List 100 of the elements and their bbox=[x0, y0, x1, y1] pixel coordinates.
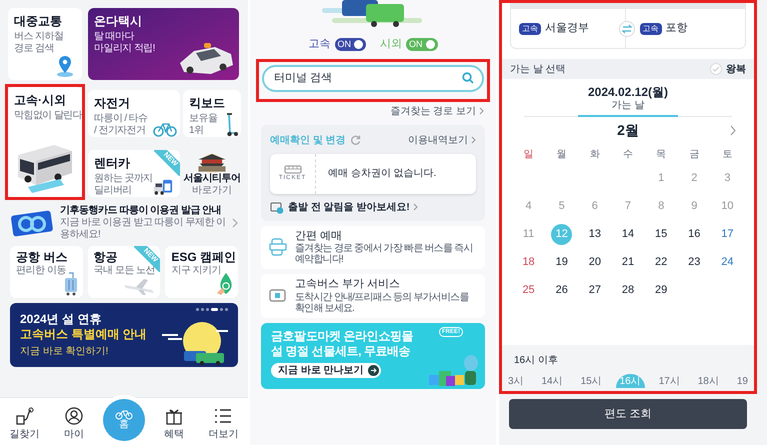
promo-subtitle: 지금 바로 이용권 받고 따릉이 무제한 이용하세요! bbox=[60, 217, 226, 241]
calendar-day[interactable]: 26 bbox=[551, 280, 572, 301]
menu-tile[interactable]: 고속·시외 막힘없이 달린다 bbox=[8, 87, 82, 197]
calendar-day[interactable]: 22 bbox=[650, 252, 672, 273]
terminal-name[interactable]: 서울경부 bbox=[545, 20, 589, 37]
nav-tab[interactable]: 더보기 bbox=[203, 406, 244, 442]
calendar-day: 4 bbox=[518, 196, 540, 217]
round-trip-checkbox[interactable]: 왕복 bbox=[710, 62, 746, 76]
alert-link[interactable]: 출발 전 알림을 받아보세요! bbox=[288, 200, 418, 214]
history-link[interactable]: 이용내역보기 bbox=[408, 132, 476, 148]
weekday-label: 토 bbox=[721, 148, 734, 162]
tile-title: 공항 버스 bbox=[16, 250, 68, 265]
weekday-label: 일 bbox=[522, 148, 535, 162]
calendar-day[interactable]: 16 bbox=[684, 224, 705, 245]
refresh-icon bbox=[350, 134, 361, 146]
menu-tile[interactable]: 온다택시 탈 때마다 마일리지 적립! bbox=[88, 8, 239, 80]
calendar-day[interactable]: 27 bbox=[584, 280, 606, 301]
bicycle-icon bbox=[114, 410, 133, 420]
calendar-day: 2 bbox=[684, 168, 705, 189]
terminal-badge: 고속 bbox=[519, 22, 541, 34]
selected-date: 2024.02.12(월) bbox=[588, 85, 668, 100]
swap-icon[interactable] bbox=[619, 21, 635, 37]
menu-tile[interactable]: ESG 캠페인 지구 지키기 bbox=[165, 246, 238, 298]
toggle-label: 시외 bbox=[380, 37, 402, 52]
service-title: 고속버스 부가 서비스 bbox=[295, 278, 402, 292]
banner-title: 고속버스 특별예매 안내 bbox=[20, 327, 147, 342]
hour-chip[interactable]: 19 bbox=[732, 374, 752, 388]
weekday-label: 금 bbox=[688, 148, 700, 162]
moon-bus-drawing bbox=[160, 319, 230, 365]
calendar-day[interactable]: 23 bbox=[684, 252, 705, 273]
calendar-day: 11 bbox=[518, 224, 540, 245]
hour-chip[interactable]: 14시 bbox=[538, 374, 567, 388]
menu-tile[interactable]: 공항 버스 편리한 이동 bbox=[10, 246, 83, 298]
calendar-day[interactable]: 19 bbox=[551, 252, 572, 273]
menu-icon bbox=[213, 406, 234, 426]
banner-link: 지금 바로 확인하기! bbox=[20, 346, 108, 358]
calendar-day[interactable]: 28 bbox=[617, 280, 638, 301]
chevron-right-icon bbox=[232, 218, 238, 228]
calendar-day[interactable]: 21 bbox=[617, 252, 638, 273]
map-pin-icon bbox=[56, 55, 74, 77]
event-banner[interactable]: 2024년 설 연휴 고속버스 특별예매 안내 지금 바로 확인하기! bbox=[10, 303, 238, 367]
calendar-day[interactable]: 14 bbox=[617, 224, 638, 245]
hour-chip[interactable]: 3시 bbox=[504, 374, 528, 388]
calendar-day[interactable]: 15 bbox=[650, 224, 672, 245]
search-button[interactable]: 편도 조회 bbox=[509, 399, 747, 429]
calendar-day[interactable]: 13 bbox=[584, 224, 606, 245]
chevron-right-icon bbox=[479, 107, 484, 115]
chevron-right-icon[interactable] bbox=[730, 124, 736, 136]
calendar-day[interactable]: 17 bbox=[716, 224, 738, 245]
phone-ticket-icon bbox=[269, 238, 287, 256]
menu-tile[interactable]: 킥보드 보유율 1위 bbox=[183, 90, 241, 137]
tile-title: 항공 bbox=[94, 250, 118, 265]
tile-subtitle: 막힘없이 달린다 bbox=[14, 110, 82, 122]
service-description: 즐겨찾는 경로 중에서 가장 빠른 버스를 즉시 예약합니다! bbox=[295, 243, 474, 266]
nav-tab[interactable]: 혜택 bbox=[154, 406, 194, 442]
terminal-name[interactable]: 포항 bbox=[666, 20, 688, 37]
calendar-day: 6 bbox=[584, 196, 606, 217]
tile-subtitle: 버스 지하철 경로 검색 bbox=[14, 31, 64, 55]
service-card[interactable]: 고속버스 부가 서비스 도착시간 안내/프리패스 등의 부가서비스를 확인해 보세요. bbox=[261, 274, 485, 318]
view-now-button[interactable]: 지금 바로 만나보기 bbox=[271, 363, 381, 378]
nav-tab[interactable]: 마이 bbox=[54, 406, 94, 442]
calendar-day[interactable]: 18 bbox=[518, 252, 540, 273]
toggle-switch[interactable]: ON bbox=[334, 38, 366, 51]
banner-title: 금호팔도마켓 온라인쇼핑몰 bbox=[271, 329, 414, 344]
toggle-label: 고속 bbox=[308, 37, 330, 52]
calendar-day[interactable]: 20 bbox=[584, 252, 606, 273]
calendar-day: 10 bbox=[716, 196, 738, 217]
card-icon bbox=[10, 209, 54, 237]
hour-chip[interactable]: 17시 bbox=[654, 374, 684, 388]
section-label: 가는 날 선택 bbox=[510, 62, 566, 76]
tile-subtitle: 편리한 이동 bbox=[16, 265, 66, 278]
nav-tab[interactable]: 길찾기 bbox=[4, 406, 45, 442]
menu-tile[interactable]: 자전거 따릉이 / 타슈 / 전기자전거 bbox=[88, 90, 180, 137]
tile-title[interactable]: 서울시티투어 bbox=[184, 173, 240, 185]
favorites-link[interactable]: 즐겨찾는 경로 보기 bbox=[390, 104, 484, 118]
hour-chip[interactable]: 15시 bbox=[576, 374, 606, 388]
month-title: 2월 bbox=[617, 121, 639, 140]
tile-title: 킥보드 bbox=[189, 96, 225, 111]
weekday-label: 목 bbox=[655, 148, 668, 162]
banner-title: 2024년 설 연휴 bbox=[20, 312, 102, 327]
service-card[interactable]: 간편 예매 즐겨찾는 경로 중에서 가장 빠른 버스를 즉시 예약합니다! bbox=[261, 226, 485, 270]
tile-title: 렌터카 bbox=[94, 156, 130, 171]
menu-tile[interactable]: 대중교통 버스 지하철 경로 검색 bbox=[8, 8, 82, 80]
chevron-right-icon bbox=[412, 203, 418, 211]
calendar-day[interactable]: 25 bbox=[518, 280, 540, 301]
calendar-day: 5 bbox=[551, 196, 572, 217]
calendar-day[interactable]: 29 bbox=[650, 280, 672, 301]
tile-subtitle: 바로가기 bbox=[192, 185, 232, 197]
hour-chip[interactable]: 18시 bbox=[694, 374, 723, 388]
search-icon bbox=[462, 72, 474, 84]
time-label: 16시 이후 bbox=[513, 354, 559, 368]
kick-scooter-icon bbox=[226, 111, 238, 137]
promo-title[interactable]: 기후동행카드 따릉이 이용권 발급 안내 bbox=[60, 205, 222, 217]
date-tab[interactable]: 가는 날 bbox=[578, 100, 678, 116]
tile-subtitle: 원하는 곳까지 딜리버리 bbox=[94, 173, 153, 197]
weekday-label: 화 bbox=[588, 148, 601, 162]
service-description: 도착시간 안내/프리패스 등의 부가서비스를 확인해 보세요. bbox=[295, 292, 470, 314]
search-field[interactable]: 터미널 검색 bbox=[262, 64, 484, 92]
calendar-day[interactable]: 24 bbox=[716, 252, 738, 273]
tile-title: 자전거 bbox=[94, 96, 130, 111]
